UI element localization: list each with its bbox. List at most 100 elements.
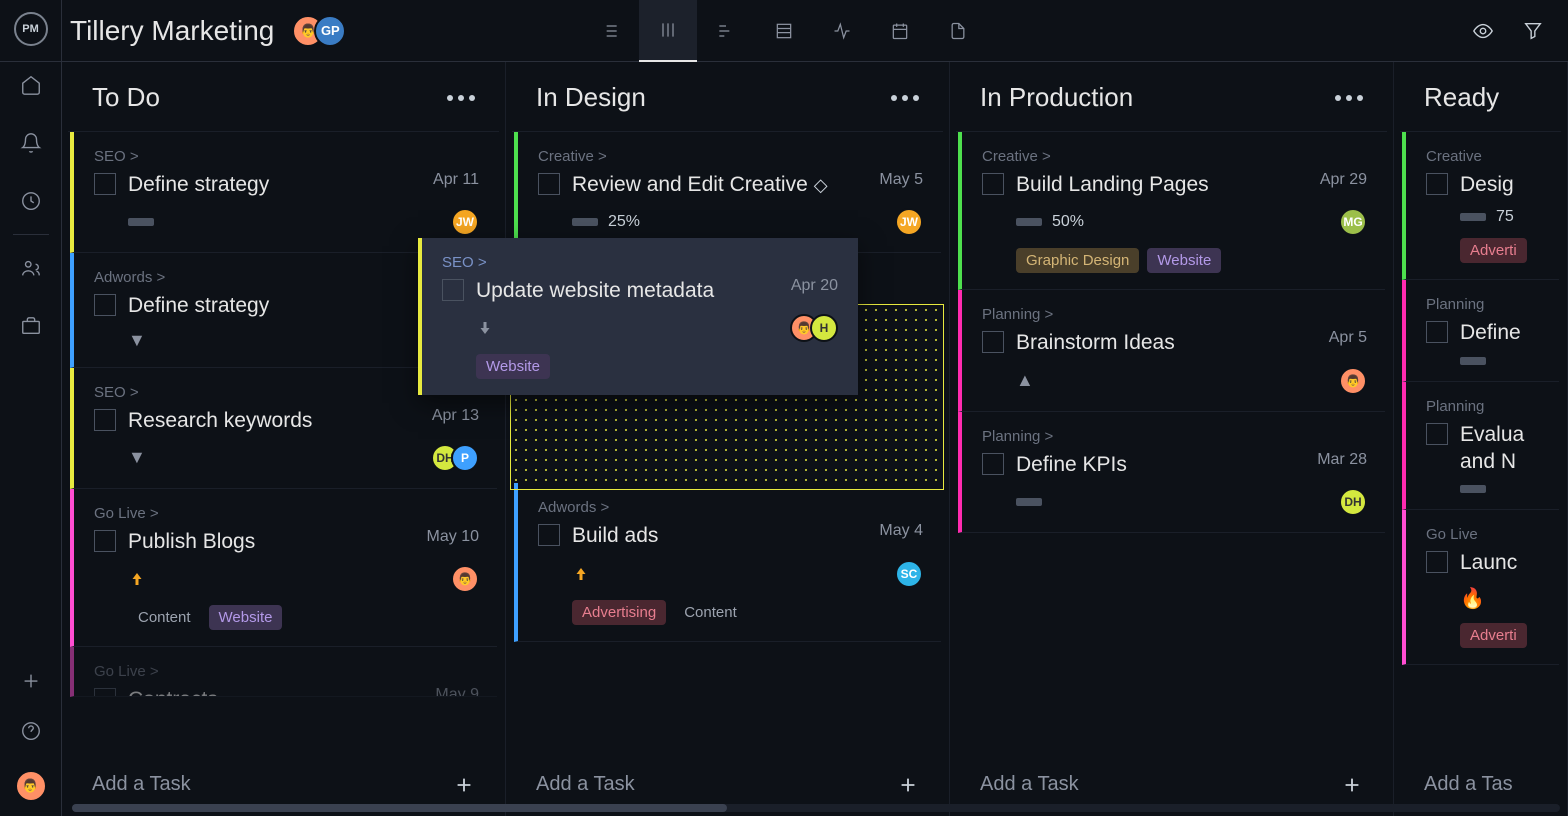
activity-view-button[interactable]: [813, 0, 871, 62]
checkbox[interactable]: [982, 173, 1004, 195]
tag[interactable]: Adverti: [1460, 238, 1527, 263]
plus-icon[interactable]: [20, 670, 42, 692]
task-card[interactable]: Go Live Launc 🔥 Adverti: [1402, 510, 1559, 665]
milestone-icon: ◇: [814, 174, 828, 197]
assignee-avatar[interactable]: 👨: [1339, 367, 1367, 395]
checkbox[interactable]: [538, 524, 560, 546]
checkbox[interactable]: [94, 530, 116, 552]
task-title: Review and Edit Creative◇: [572, 171, 867, 198]
breadcrumb: Planning: [1426, 398, 1541, 415]
task-title: Evalua and N: [1460, 421, 1541, 476]
task-card[interactable]: Go Live > Contracts May 9: [70, 647, 497, 697]
task-card[interactable]: Creative > Build Landing Pages Apr 29 50…: [958, 132, 1385, 290]
task-card[interactable]: Planning Define: [1402, 280, 1559, 381]
dragging-card[interactable]: SEO > Update website metadata Apr 20 👨 H…: [418, 238, 858, 395]
app-logo[interactable]: PM: [14, 12, 48, 46]
checkbox[interactable]: [1426, 321, 1448, 343]
priority-up-icon: [572, 565, 590, 583]
tag[interactable]: Website: [1147, 248, 1221, 273]
column-title: Ready: [1424, 82, 1499, 113]
column-menu-button[interactable]: [891, 95, 919, 101]
checkbox[interactable]: [94, 173, 116, 195]
column-menu-button[interactable]: [447, 95, 475, 101]
task-card[interactable]: Planning > Define KPIs Mar 28 DH: [958, 412, 1385, 533]
breadcrumb: Go Live >: [94, 505, 479, 522]
progress-bar: [1460, 213, 1486, 221]
checkbox[interactable]: [982, 331, 1004, 353]
checkbox[interactable]: [982, 453, 1004, 475]
gantt-view-button[interactable]: [697, 0, 755, 62]
chevron-up-icon: ▲: [1016, 370, 1034, 391]
priority-down-icon: [476, 319, 494, 337]
tag[interactable]: Advertising: [572, 600, 666, 625]
clock-icon[interactable]: [20, 190, 42, 212]
breadcrumb: Creative >: [982, 148, 1367, 165]
assignee-avatar[interactable]: MG: [1339, 208, 1367, 236]
checkbox[interactable]: [1426, 551, 1448, 573]
checkbox[interactable]: [442, 279, 464, 301]
user-avatar[interactable]: 👨: [15, 770, 47, 802]
filter-icon[interactable]: [1522, 20, 1544, 42]
task-date: Apr 20: [791, 277, 838, 295]
tag[interactable]: Graphic Design: [1016, 248, 1139, 273]
tag[interactable]: Website: [476, 354, 550, 379]
eye-icon[interactable]: [1472, 20, 1494, 42]
calendar-view-button[interactable]: [871, 0, 929, 62]
table-view-button[interactable]: [755, 0, 813, 62]
task-title: Desig: [1460, 171, 1541, 198]
horizontal-scrollbar[interactable]: [72, 804, 1560, 812]
progress-bar: [1016, 218, 1042, 226]
chevron-down-icon: ▼: [128, 330, 146, 351]
member-avatar[interactable]: GP: [314, 15, 346, 47]
task-card[interactable]: Planning Evalua and N: [1402, 382, 1559, 511]
breadcrumb: Planning >: [982, 428, 1367, 445]
progress-value: 25%: [608, 213, 640, 231]
list-view-button[interactable]: [581, 0, 639, 62]
task-title: Contracts: [128, 686, 423, 697]
column-menu-button[interactable]: [1335, 95, 1363, 101]
tag[interactable]: Content: [674, 600, 747, 625]
checkbox[interactable]: [1426, 423, 1448, 445]
assignee-avatar[interactable]: DH: [1339, 488, 1367, 516]
scrollbar-thumb[interactable]: [72, 804, 727, 812]
assignee-avatar[interactable]: JW: [895, 208, 923, 236]
task-card[interactable]: Creative Desig 75 Adverti: [1402, 132, 1559, 280]
fire-icon: 🔥: [1460, 586, 1485, 611]
checkbox[interactable]: [1426, 173, 1448, 195]
task-card[interactable]: Creative > Review and Edit Creative◇ May…: [514, 132, 941, 253]
assignee-avatar[interactable]: SC: [895, 560, 923, 588]
home-icon[interactable]: [20, 74, 42, 96]
assignee-avatar[interactable]: 👨: [451, 565, 479, 593]
tag[interactable]: Adverti: [1460, 623, 1527, 648]
checkbox[interactable]: [94, 409, 116, 431]
tag[interactable]: Website: [209, 605, 283, 630]
column-title: To Do: [92, 82, 160, 113]
task-title: Launc: [1460, 549, 1541, 576]
checkbox[interactable]: [94, 688, 116, 697]
task-date: Apr 5: [1329, 329, 1367, 347]
task-date: Apr 29: [1320, 171, 1367, 189]
checkbox[interactable]: [538, 173, 560, 195]
task-card[interactable]: Adwords > Build ads May 4 SC Advertising…: [514, 483, 941, 641]
progress-bar: [1016, 498, 1042, 506]
task-title: Update website metadata: [476, 277, 779, 304]
briefcase-icon[interactable]: [20, 315, 42, 337]
breadcrumb: SEO >: [94, 148, 479, 165]
board-view-button[interactable]: [639, 0, 697, 62]
task-date: May 10: [427, 528, 479, 546]
project-members[interactable]: 👨 GP: [292, 15, 346, 47]
task-card[interactable]: SEO > Define strategy Apr 11 JW: [70, 132, 497, 253]
bell-icon[interactable]: [20, 132, 42, 154]
tag[interactable]: Content: [128, 605, 201, 630]
file-view-button[interactable]: [929, 0, 987, 62]
task-card[interactable]: Planning > Brainstorm Ideas Apr 5 ▲ 👨: [958, 290, 1385, 411]
assignee-avatar[interactable]: P: [451, 444, 479, 472]
assignee-avatar[interactable]: JW: [451, 208, 479, 236]
assignee-avatar[interactable]: H: [810, 314, 838, 342]
help-icon[interactable]: [20, 720, 42, 742]
breadcrumb: Creative >: [538, 148, 923, 165]
breadcrumb: Go Live >: [94, 663, 479, 680]
task-card[interactable]: Go Live > Publish Blogs May 10 👨 Content…: [70, 489, 497, 647]
checkbox[interactable]: [94, 294, 116, 316]
people-icon[interactable]: [20, 257, 42, 279]
